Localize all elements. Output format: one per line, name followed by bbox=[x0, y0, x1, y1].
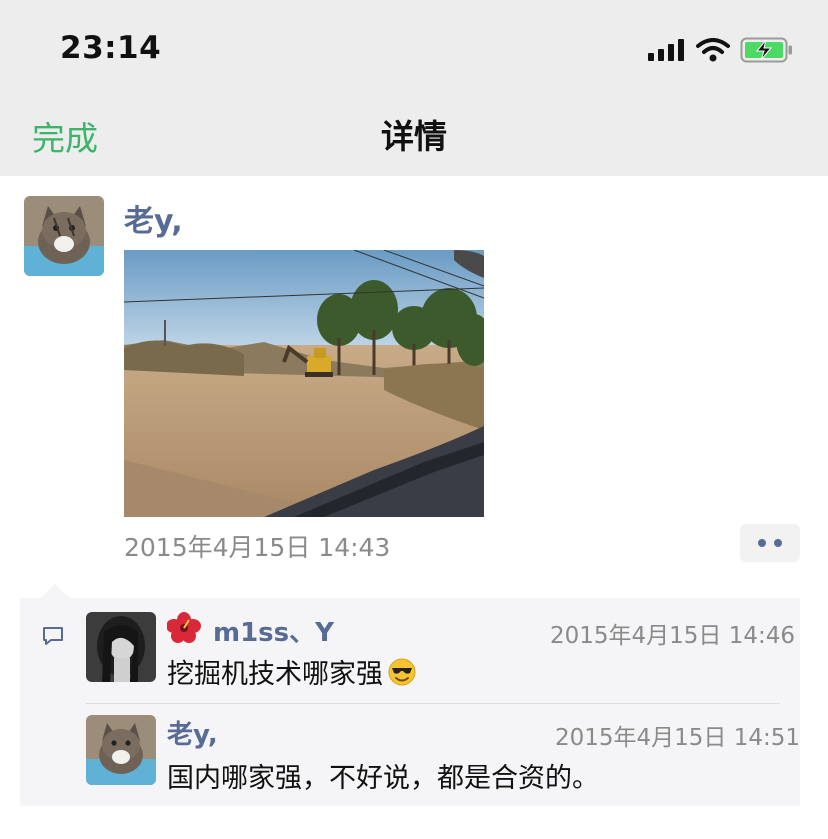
status-time: 23:14 bbox=[60, 30, 162, 66]
post-timestamp: 2015年4月15日 14:43 bbox=[124, 533, 391, 562]
page-title: 详情 bbox=[381, 117, 447, 156]
comment-text: 国内哪家强，不好说，都是合资的。 bbox=[167, 763, 599, 794]
comment-author[interactable]: m1ss、Y bbox=[213, 612, 334, 649]
post-photo[interactable] bbox=[124, 250, 484, 517]
more-actions-button[interactable] bbox=[740, 524, 800, 562]
wifi-icon bbox=[696, 38, 730, 62]
comment-bubble-arrow bbox=[40, 584, 70, 598]
comment-divider bbox=[86, 703, 780, 704]
top-bar: 23:14 完成 详情 bbox=[0, 0, 828, 176]
comment-text: 挖掘机技术哪家强 bbox=[167, 659, 383, 690]
commenter-avatar[interactable] bbox=[86, 612, 156, 682]
commenter-avatar[interactable] bbox=[86, 715, 156, 785]
dot-icon bbox=[774, 539, 782, 547]
dot-icon bbox=[758, 539, 766, 547]
comment-timestamp: 2015年4月15日 14:51 bbox=[555, 725, 801, 751]
signal-icon bbox=[648, 39, 684, 61]
comment-author[interactable]: 老y, bbox=[167, 714, 218, 751]
comment-timestamp: 2015年4月15日 14:46 bbox=[550, 623, 796, 649]
post-author-avatar[interactable] bbox=[24, 196, 104, 276]
post-author-name[interactable]: 老y, bbox=[124, 196, 183, 240]
comment-icon bbox=[43, 627, 63, 645]
hibiscus-icon bbox=[167, 612, 201, 643]
cool-emoji-icon bbox=[387, 657, 417, 687]
status-icons bbox=[648, 36, 794, 64]
battery-charging-icon bbox=[740, 37, 792, 63]
comment-text-row: 挖掘机技术哪家强 bbox=[167, 652, 417, 691]
